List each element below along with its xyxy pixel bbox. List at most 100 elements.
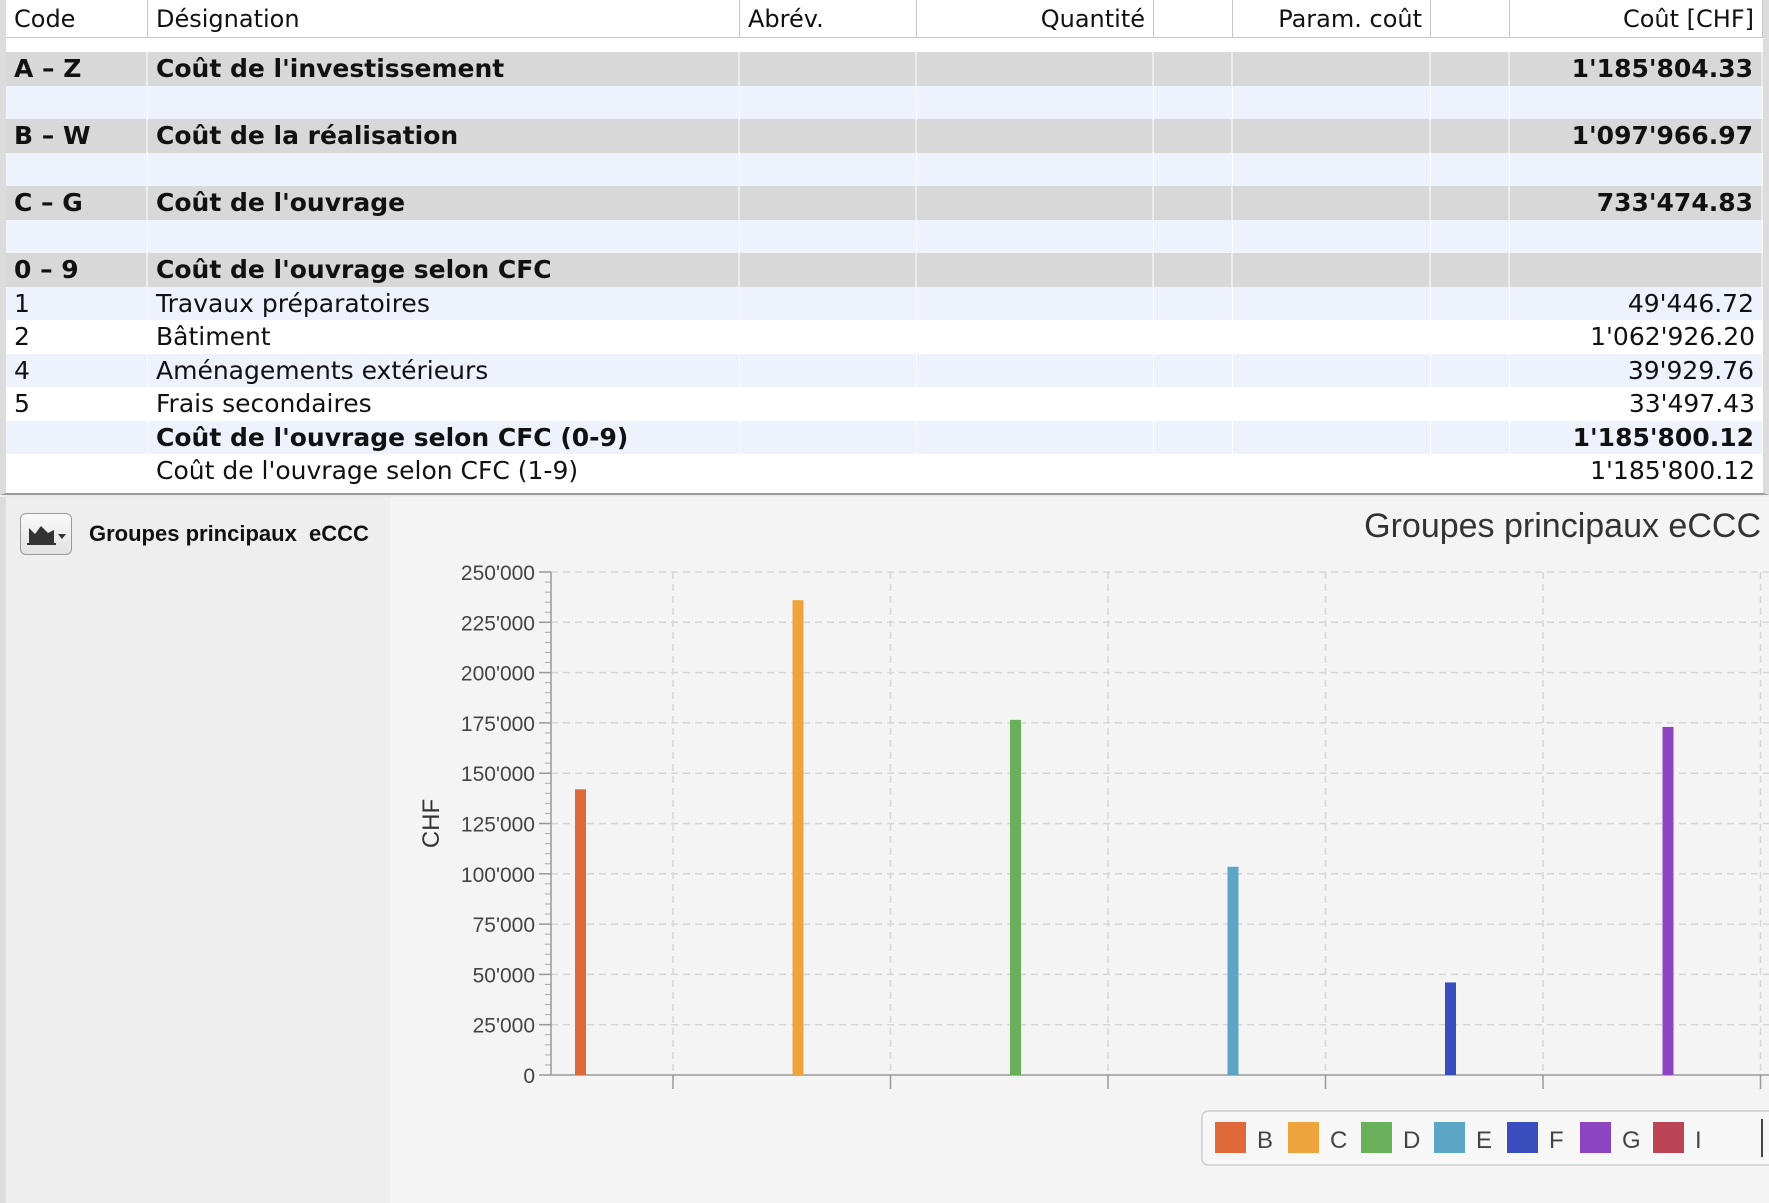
cell-code[interactable]: 4 [6, 353, 148, 387]
cell-cost[interactable] [1510, 253, 1763, 287]
cell-empty[interactable] [1431, 387, 1510, 421]
cell-empty[interactable] [1431, 219, 1510, 253]
cell-cost[interactable]: 39'929.76 [1510, 353, 1763, 387]
cell-empty[interactable] [1233, 320, 1431, 354]
cell-empty[interactable] [1154, 320, 1233, 354]
cell-empty[interactable] [1233, 52, 1431, 86]
cell-cost[interactable] [1510, 152, 1763, 186]
table-row[interactable]: Coût de l'ouvrage selon CFC (1-9) 1'185'8… [6, 454, 1763, 488]
cell-empty[interactable] [1233, 186, 1431, 220]
cell-empty[interactable] [1233, 353, 1431, 387]
table-row[interactable]: 4 Aménagements extérieurs 39'929.76 [6, 353, 1763, 387]
cell-empty[interactable] [1431, 152, 1510, 186]
cell-designation[interactable]: Coût de l'ouvrage selon CFC [148, 253, 740, 287]
cell-code[interactable]: 0 – 9 [6, 253, 148, 287]
cell-empty[interactable] [740, 152, 917, 186]
table-row[interactable] [6, 85, 1763, 119]
col-header-param[interactable]: Param. coût [1233, 0, 1431, 37]
cell-empty[interactable] [1154, 186, 1233, 220]
col-header-designation[interactable]: Désignation [148, 0, 740, 37]
cell-empty[interactable] [1233, 454, 1431, 488]
table-row[interactable]: 0 – 9 Coût de l'ouvrage selon CFC [6, 253, 1763, 287]
cell-empty[interactable] [1431, 119, 1510, 153]
cell-empty[interactable] [917, 253, 1154, 287]
cell-empty[interactable] [1431, 52, 1510, 86]
cell-empty[interactable] [740, 320, 917, 354]
cell-cost[interactable]: 1'185'800.12 [1510, 454, 1763, 488]
cell-cost[interactable]: 733'474.83 [1510, 186, 1763, 220]
cell-empty[interactable] [1154, 253, 1233, 287]
cell-empty[interactable] [917, 286, 1154, 320]
cell-empty[interactable] [740, 85, 917, 119]
cell-empty[interactable] [1431, 420, 1510, 454]
cell-empty[interactable] [1154, 387, 1233, 421]
cell-empty[interactable] [917, 219, 1154, 253]
cell-empty[interactable] [1233, 152, 1431, 186]
cell-designation[interactable]: Aménagements extérieurs [148, 353, 740, 387]
cell-code[interactable]: C – G [6, 186, 148, 220]
cell-empty[interactable] [917, 186, 1154, 220]
cell-designation[interactable]: Frais secondaires [148, 387, 740, 421]
col-header-abrev[interactable]: Abrév. [740, 0, 917, 37]
cell-empty[interactable] [917, 387, 1154, 421]
table-row[interactable]: A – Z Coût de l'investissement 1'185'804.3… [6, 52, 1763, 86]
cell-designation[interactable]: Coût de l'investissement [148, 52, 740, 86]
cell-empty[interactable] [917, 320, 1154, 354]
cell-cost[interactable]: 1'097'966.97 [1510, 119, 1763, 153]
cell-empty[interactable] [740, 186, 917, 220]
cell-empty[interactable] [740, 52, 917, 86]
cell-code[interactable]: 2 [6, 320, 148, 354]
cell-designation[interactable] [148, 219, 740, 253]
col-header-code[interactable]: Code [6, 0, 148, 37]
cell-empty[interactable] [1154, 353, 1233, 387]
cell-cost[interactable]: 33'497.43 [1510, 387, 1763, 421]
col-header-spacer[interactable] [1431, 0, 1510, 37]
cell-designation[interactable]: Travaux préparatoires [148, 286, 740, 320]
cell-code[interactable]: 1 [6, 286, 148, 320]
table-row[interactable] [6, 219, 1763, 253]
cell-empty[interactable] [917, 52, 1154, 86]
cell-empty[interactable] [1233, 219, 1431, 253]
cell-empty[interactable] [1431, 454, 1510, 488]
cell-designation[interactable]: Coût de la réalisation [148, 119, 740, 153]
col-header-unit[interactable] [1154, 0, 1233, 37]
col-header-cout[interactable]: Coût [CHF] [1510, 0, 1763, 37]
cell-cost[interactable] [1510, 219, 1763, 253]
cell-empty[interactable] [917, 420, 1154, 454]
cell-empty[interactable] [1233, 119, 1431, 153]
cell-code[interactable] [6, 85, 148, 119]
cell-empty[interactable] [740, 454, 917, 488]
cell-empty[interactable] [917, 119, 1154, 153]
cell-designation[interactable]: Coût de l'ouvrage selon CFC (1-9) [148, 454, 740, 488]
cell-empty[interactable] [1233, 253, 1431, 287]
cell-code[interactable]: B – W [6, 119, 148, 153]
cell-empty[interactable] [917, 85, 1154, 119]
cell-cost[interactable] [1510, 85, 1763, 119]
cell-cost[interactable]: 1'185'800.12 [1510, 420, 1763, 454]
cell-empty[interactable] [1154, 219, 1233, 253]
chart-type-button[interactable] [20, 513, 72, 555]
table-row[interactable]: Coût de l'ouvrage selon CFC (0-9) 1'185'8… [6, 420, 1763, 454]
cell-empty[interactable] [740, 387, 917, 421]
cell-empty[interactable] [1154, 119, 1233, 153]
cell-empty[interactable] [740, 286, 917, 320]
cell-empty[interactable] [1431, 186, 1510, 220]
cell-empty[interactable] [1431, 320, 1510, 354]
cell-designation[interactable]: Coût de l'ouvrage selon CFC (0-9) [148, 420, 740, 454]
cell-code[interactable] [6, 152, 148, 186]
cell-empty[interactable] [1233, 387, 1431, 421]
cell-code[interactable] [6, 219, 148, 253]
cell-empty[interactable] [1233, 286, 1431, 320]
col-header-quantite[interactable]: Quantité [917, 0, 1154, 37]
table-row[interactable]: B – W Coût de la réalisation 1'097'966.97 [6, 119, 1763, 153]
cell-empty[interactable] [740, 219, 917, 253]
cell-empty[interactable] [1154, 85, 1233, 119]
cell-empty[interactable] [740, 353, 917, 387]
cell-empty[interactable] [1431, 286, 1510, 320]
cell-empty[interactable] [1154, 420, 1233, 454]
cell-designation[interactable]: Coût de l'ouvrage [148, 186, 740, 220]
cell-code[interactable]: A – Z [6, 52, 148, 86]
cell-empty[interactable] [1233, 420, 1431, 454]
cell-empty[interactable] [1154, 152, 1233, 186]
cell-empty[interactable] [740, 253, 917, 287]
